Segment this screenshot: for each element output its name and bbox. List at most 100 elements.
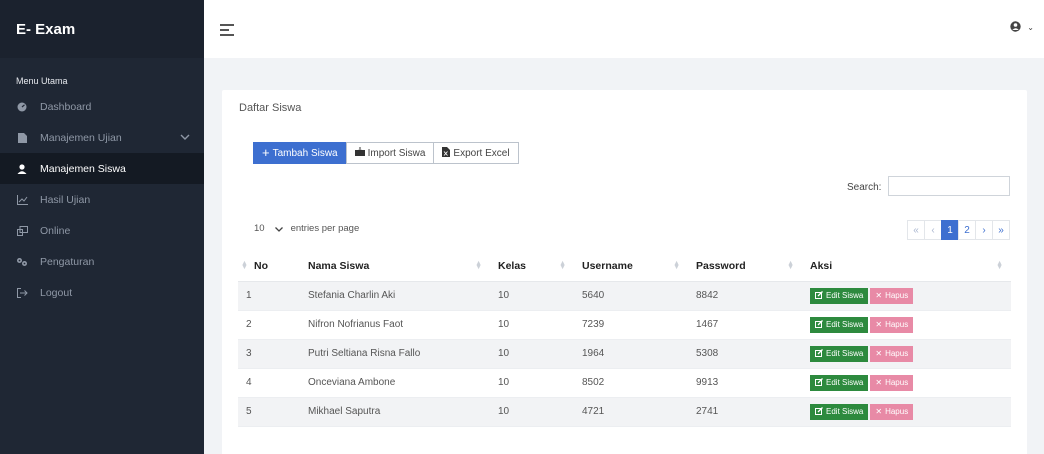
student-list-card: Daftar Siswa + Tambah Siswa Import Siswa…: [222, 90, 1027, 454]
edit-label: Edit Siswa: [826, 407, 864, 416]
edit-icon: [815, 377, 823, 388]
export-excel-button[interactable]: Export Excel: [433, 142, 519, 164]
sidebar-item-online[interactable]: Online: [0, 215, 204, 246]
sidebar-item-label: Logout: [40, 286, 73, 299]
excel-file-icon: [442, 146, 451, 160]
chart-icon: [16, 194, 28, 205]
cell-nama-siswa: Nifron Nofrianus Faot: [300, 310, 490, 340]
search-label: Search:: [847, 182, 882, 193]
delete-student-button[interactable]: ✕ Hapus: [870, 316, 914, 333]
edit-icon: [815, 319, 823, 330]
close-icon: ✕: [875, 407, 883, 416]
close-icon: ✕: [875, 291, 883, 300]
cell-no: 2: [238, 310, 300, 340]
menu-section-label: Menu Utama: [16, 76, 68, 86]
table-row: 5 Mikhael Saputra 10 4721 2741 Edit Siswa ✕ Hap…: [238, 397, 1011, 427]
first-page-button[interactable]: «: [907, 220, 925, 240]
delete-label: Hapus: [885, 291, 909, 300]
edit-student-button[interactable]: Edit Siswa: [810, 374, 869, 391]
per-page-label: entries per page: [290, 223, 360, 234]
cell-username: 1964: [574, 339, 688, 369]
import-student-label: Import Siswa: [367, 147, 426, 159]
sort-icon: ▲ ▼: [475, 260, 482, 271]
cell-password: 2741: [688, 397, 802, 427]
sidebar-item-label: Online: [40, 224, 71, 237]
add-student-button[interactable]: + Tambah Siswa: [253, 142, 347, 164]
document-icon: [16, 132, 28, 143]
edit-student-button[interactable]: Edit Siswa: [810, 403, 869, 420]
sidebar-item-label: Manajemen Ujian: [40, 131, 122, 144]
plus-icon: +: [262, 145, 270, 160]
chevron-down-icon[interactable]: [180, 132, 190, 143]
close-icon: ✕: [875, 378, 883, 387]
delete-student-button[interactable]: ✕ Hapus: [870, 345, 914, 362]
per-page-select[interactable]: 10: [254, 223, 283, 234]
sidebar-item-label: Hasil Ujian: [40, 193, 91, 206]
next-page-button[interactable]: ›: [975, 220, 993, 240]
user-menu[interactable]: ⌄: [1010, 21, 1034, 35]
edit-student-button[interactable]: Edit Siswa: [810, 345, 869, 362]
column-header-password[interactable]: Password ▲ ▼: [688, 252, 802, 282]
export-excel-label: Export Excel: [453, 147, 510, 159]
cell-nama-siswa: Putri Seltiana Risna Fallo: [300, 339, 490, 369]
column-header-username[interactable]: Username ▲ ▼: [574, 252, 688, 282]
edit-icon: [815, 406, 823, 417]
action-toolbar: + Tambah Siswa Import Siswa Export Excel: [253, 142, 519, 164]
edit-label: Edit Siswa: [826, 320, 864, 329]
sidebar-item-hasil-ujian[interactable]: Hasil Ujian: [0, 184, 204, 215]
sidebar-item-manajemen-ujian[interactable]: Manajemen Ujian: [0, 122, 204, 153]
sidebar-item-dashboard[interactable]: Dashboard: [0, 91, 204, 122]
cell-username: 5640: [574, 281, 688, 311]
column-header-aksi[interactable]: Aksi ▲ ▼: [802, 252, 1011, 282]
cell-kelas: 10: [490, 310, 574, 340]
cell-no: 3: [238, 339, 300, 369]
edit-student-button[interactable]: Edit Siswa: [810, 316, 869, 333]
cell-password: 8842: [688, 281, 802, 311]
close-icon: ✕: [875, 320, 883, 329]
menu-toggle-icon[interactable]: [220, 24, 234, 36]
import-icon: [354, 147, 365, 159]
brand-logo[interactable]: E- Exam: [0, 0, 204, 58]
cell-kelas: 10: [490, 368, 574, 398]
user-icon: [16, 163, 28, 174]
search-input[interactable]: [888, 176, 1010, 196]
delete-student-button[interactable]: ✕ Hapus: [870, 374, 914, 391]
column-header-no[interactable]: ▲ ▼ No: [238, 252, 300, 282]
last-page-button[interactable]: »: [992, 220, 1010, 240]
table-row: 3 Putri Seltiana Risna Fallo 10 1964 5308 Edi…: [238, 339, 1011, 369]
import-student-button[interactable]: Import Siswa: [345, 142, 435, 164]
pagination: « ‹ 1 2 › »: [907, 220, 1010, 240]
table-header-row: ▲ ▼ No Nama Siswa ▲ ▼ Kelas ▲ ▼ Username ▲ ▼ Pas…: [238, 252, 1011, 282]
close-icon: ✕: [875, 349, 883, 358]
sidebar-item-logout[interactable]: Logout: [0, 277, 204, 308]
cell-aksi: Edit Siswa ✕ Hapus: [802, 397, 1011, 427]
cell-no: 1: [238, 281, 300, 311]
cell-password: 5308: [688, 339, 802, 369]
cell-aksi: Edit Siswa ✕ Hapus: [802, 339, 1011, 369]
sort-icon: ▲ ▼: [559, 260, 566, 271]
cell-kelas: 10: [490, 281, 574, 311]
dashboard-icon: [16, 102, 28, 112]
column-header-kelas[interactable]: Kelas ▲ ▼: [490, 252, 574, 282]
sidebar: E- Exam Menu Utama Dashboard Manajemen U…: [0, 0, 204, 454]
gear-icon: [16, 257, 28, 267]
page-2-button[interactable]: 2: [958, 220, 976, 240]
card-title: Daftar Siswa: [239, 102, 302, 114]
sort-icon: ▲ ▼: [241, 260, 248, 271]
edit-icon: [815, 290, 823, 301]
page-1-button[interactable]: 1: [941, 220, 959, 240]
delete-student-button[interactable]: ✕ Hapus: [870, 287, 914, 304]
sidebar-item-label: Manajemen Siswa: [40, 162, 126, 175]
sidebar-item-pengaturan[interactable]: Pengaturan: [0, 246, 204, 277]
column-header-nama-siswa[interactable]: Nama Siswa ▲ ▼: [300, 252, 490, 282]
sidebar-item-manajemen-siswa[interactable]: Manajemen Siswa: [0, 153, 204, 184]
previous-page-button[interactable]: ‹: [924, 220, 942, 240]
chevron-down-icon: [274, 224, 283, 234]
edit-student-button[interactable]: Edit Siswa: [810, 287, 869, 304]
per-page-value: 10: [254, 223, 265, 234]
delete-student-button[interactable]: ✕ Hapus: [870, 403, 914, 420]
sort-icon: ▲ ▼: [996, 260, 1003, 271]
logout-icon: [16, 287, 28, 298]
cell-password: 9913: [688, 368, 802, 398]
sidebar-item-label: Pengaturan: [40, 255, 95, 268]
